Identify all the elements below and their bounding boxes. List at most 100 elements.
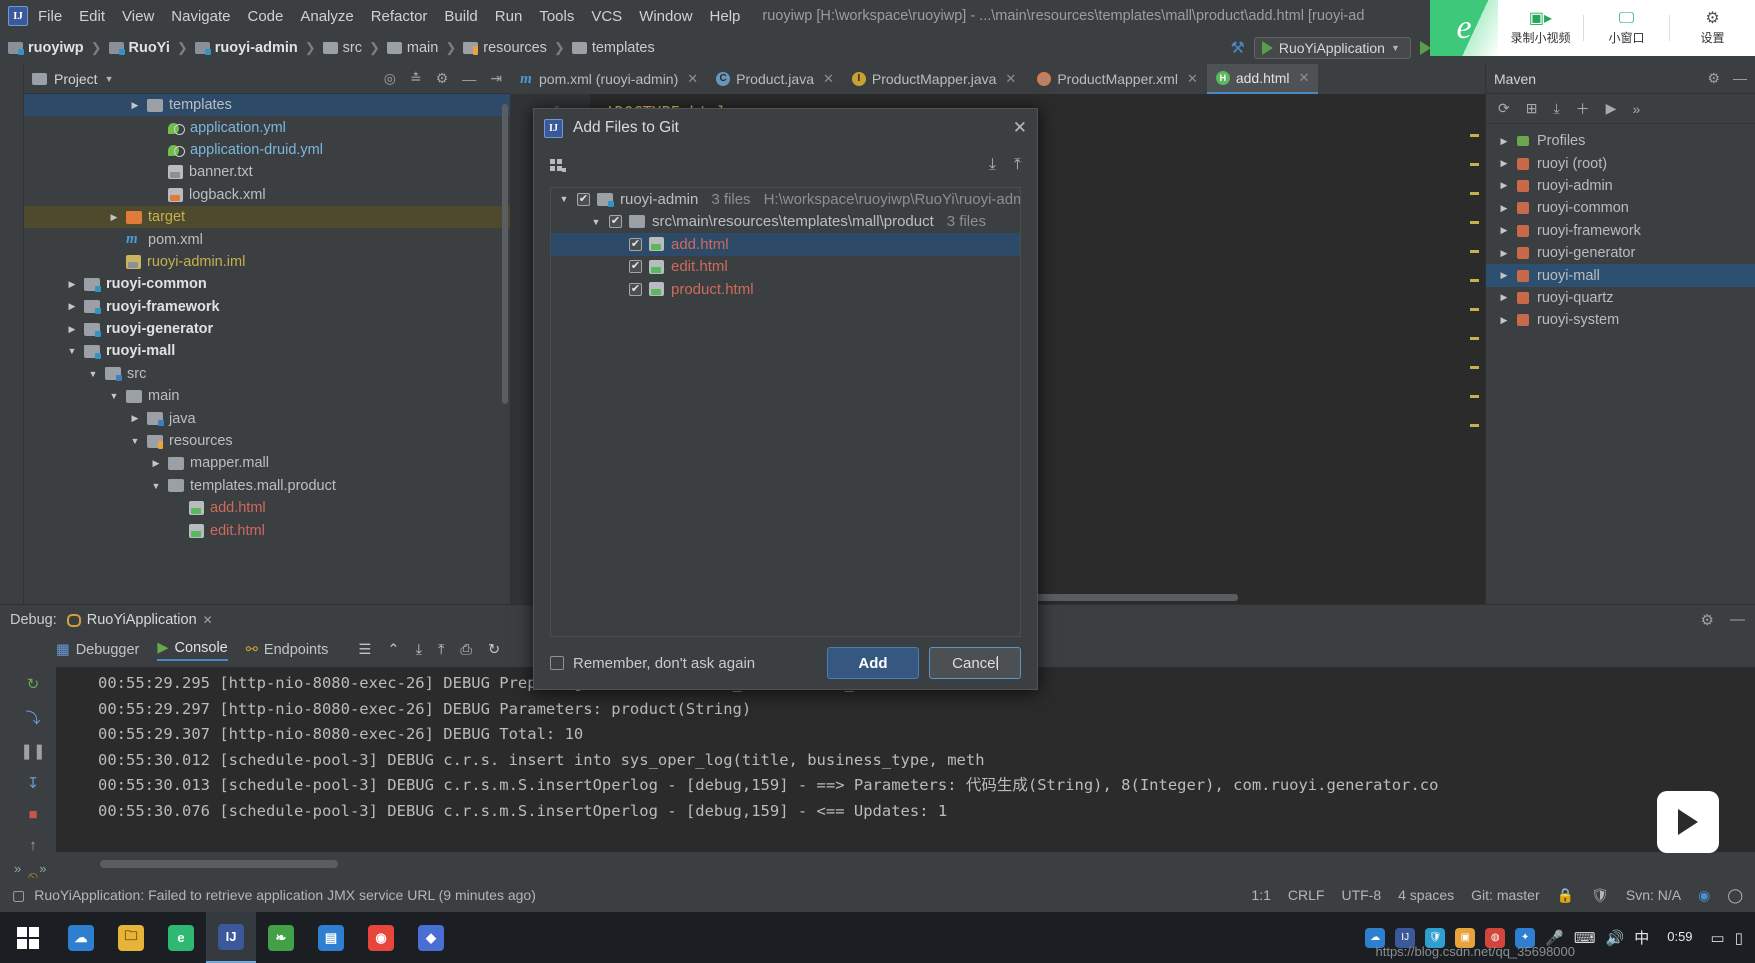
remember-checkbox-row[interactable]: Remember, don't ask again <box>550 655 755 672</box>
run-configuration-selector[interactable]: RuoYiApplication ▼ <box>1253 37 1411 59</box>
breadcrumb-ruoyiwp[interactable]: ruoyiwp <box>8 40 84 56</box>
more-icon[interactable]: » <box>1632 101 1640 117</box>
line-separator[interactable]: CRLF <box>1288 887 1325 903</box>
taskbar-app-folder[interactable]: 🗀 <box>106 912 156 963</box>
refresh-icon[interactable]: ⟳ <box>1498 100 1510 117</box>
caret-position[interactable]: 1:1 <box>1251 887 1270 903</box>
file-checkbox[interactable]: ✔ <box>629 237 642 251</box>
collapse-all-icon[interactable]: ⤒ <box>1014 156 1021 174</box>
floating-play-button[interactable] <box>1657 791 1719 853</box>
maven-tree-item[interactable]: ▶ ruoyi-framework <box>1486 220 1755 242</box>
import-icon[interactable]: ⤒ <box>438 642 444 658</box>
expand-arrow-icon[interactable]: ▶ <box>1498 270 1510 281</box>
step-out-icon[interactable]: ↑ <box>29 837 37 854</box>
dialog-tree-item[interactable]: ▶ ✔ add.html <box>551 233 1020 256</box>
project-tree-item[interactable]: ▶ add.html <box>24 497 510 519</box>
tab-endpoints[interactable]: ⚯ Endpoints <box>246 642 329 658</box>
close-icon[interactable]: ✕ <box>687 71 698 87</box>
minimize-icon[interactable]: — <box>462 71 476 87</box>
maven-tree-item[interactable]: ▶ ruoyi-system <box>1486 309 1755 331</box>
project-tree-item[interactable]: ▶ ruoyi-generator <box>24 318 510 340</box>
expand-all-icon[interactable]: » <box>39 861 46 876</box>
stop-icon[interactable]: ■ <box>28 806 37 823</box>
dialog-tree-item[interactable]: ▶ ✔ product.html <box>551 278 1020 301</box>
debug-configuration[interactable]: RuoYiApplication ✕ <box>66 612 213 628</box>
taskbar-app-teams[interactable]: ◆ <box>406 912 456 963</box>
menu-item-window[interactable]: Window <box>639 8 692 25</box>
menu-item-edit[interactable]: Edit <box>79 8 105 25</box>
breadcrumb-templates[interactable]: templates <box>571 40 655 56</box>
editor-tab-productmapper-java[interactable]: I ProductMapper.java ✕ <box>843 64 1025 94</box>
maven-tree-item[interactable]: ▶ Profiles <box>1486 130 1755 152</box>
maven-tree-item[interactable]: ▶ ruoyi-generator <box>1486 242 1755 264</box>
project-tree-item[interactable]: ▶ templates <box>24 94 510 117</box>
chevron-down-icon[interactable]: ▼ <box>105 74 114 84</box>
maven-tree-item[interactable]: ▶ ruoyi-quartz <box>1486 287 1755 309</box>
editor-tab-bar[interactable]: m pom.xml (ruoyi-admin) ✕ C Product.java ✕ I Pr… <box>510 64 1485 94</box>
expand-arrow-icon[interactable]: ▶ <box>108 212 120 223</box>
file-checkbox[interactable]: ✔ <box>577 192 590 206</box>
lock-icon[interactable]: 🔒 <box>1557 887 1574 904</box>
project-tree-item[interactable]: ▶ java <box>24 407 510 429</box>
record-video-button[interactable]: ▣▸ 录制小视频 <box>1498 10 1583 46</box>
collapse-arrow-icon[interactable]: ▼ <box>590 217 602 227</box>
project-tree-item[interactable]: ▶ mapper.mall <box>24 452 510 474</box>
collapse-arrow-icon[interactable]: ▼ <box>108 391 120 401</box>
breadcrumb-ruoyi[interactable]: RuoYi <box>108 40 170 56</box>
file-checkbox[interactable]: ✔ <box>629 282 642 296</box>
project-tree-item[interactable]: ▶ ruoyi-admin.iml <box>24 251 510 273</box>
close-icon[interactable]: ✕ <box>1005 71 1016 87</box>
collapse-arrow-icon[interactable]: ▼ <box>150 481 162 491</box>
project-tree-item[interactable]: ▶ ruoyi-common <box>24 273 510 295</box>
console-horizontal-scrollbar[interactable] <box>100 860 338 868</box>
dialog-tree-item[interactable]: ▶ ✔ edit.html <box>551 256 1020 279</box>
collapse-arrow-icon[interactable]: ▼ <box>129 436 141 446</box>
hide-icon[interactable]: — <box>1733 70 1747 87</box>
project-tree-item[interactable]: ▶ application-druid.yml <box>24 139 510 161</box>
git-branch[interactable]: Git: master <box>1471 887 1539 903</box>
inspection-icon[interactable]: 🛡 <box>1591 887 1609 904</box>
maven-tree-item[interactable]: ▶ ruoyi-mall <box>1486 264 1755 287</box>
project-tree-item[interactable]: ▶ edit.html <box>24 519 510 541</box>
menu-bar[interactable]: File Edit View Navigate Code Analyze Ref… <box>38 8 740 25</box>
screen-recorder-widget[interactable]: e ▣▸ 录制小视频 🖵 小窗口 ⚙ 设置 <box>1430 0 1755 56</box>
taskbar-app-chrome[interactable]: ◉ <box>356 912 406 963</box>
project-tree-item[interactable]: ▶ ruoyi-framework <box>24 296 510 318</box>
project-tree-item[interactable]: ▶ banner.txt <box>24 161 510 183</box>
taskbar-app-intellij[interactable]: IJ <box>206 912 256 963</box>
collapse-arrow-icon[interactable]: ▼ <box>558 194 570 204</box>
expand-arrow-icon[interactable]: ▶ <box>129 413 141 424</box>
collapse-all-icon[interactable]: ≛ <box>410 70 422 87</box>
dialog-tree-item[interactable]: ▼ ✔ src\main\resources\templates\mall\prod… <box>551 211 1020 234</box>
expand-arrow-icon[interactable]: ▶ <box>150 458 162 469</box>
expand-all-icon[interactable]: ⤓ <box>989 156 996 174</box>
keyboard-icon[interactable]: ⌨ <box>1574 929 1596 947</box>
menu-item-navigate[interactable]: Navigate <box>171 8 230 25</box>
layout-icon[interactable]: ☰ <box>358 642 371 658</box>
project-tree-item[interactable]: ▼ resources <box>24 430 510 452</box>
mini-window-button[interactable]: 🖵 小窗口 <box>1584 10 1669 46</box>
file-encoding[interactable]: UTF-8 <box>1341 887 1381 903</box>
tab-debugger[interactable]: ▦ Debugger <box>56 642 139 658</box>
search-icon[interactable]: ◯ <box>1727 887 1743 904</box>
breadcrumb-resources[interactable]: resources <box>463 40 547 56</box>
expand-arrow-icon[interactable]: ▶ <box>66 301 78 312</box>
close-icon[interactable]: ✕ <box>1299 70 1310 86</box>
editor-tab-product-java[interactable]: C Product.java ✕ <box>707 64 843 94</box>
close-icon[interactable]: ✕ <box>1187 71 1198 87</box>
maven-tree-item[interactable]: ▶ ruoyi (root) <box>1486 152 1755 174</box>
menu-item-file[interactable]: File <box>38 8 62 25</box>
indent-setting[interactable]: 4 spaces <box>1398 887 1454 903</box>
project-tree-item[interactable]: ▶ m pom.xml <box>24 228 510 250</box>
taskbar-app-edge[interactable]: e <box>156 912 206 963</box>
taskbar-clock[interactable]: 0:59 <box>1659 929 1700 945</box>
maven-tree-item[interactable]: ▶ ruoyi-common <box>1486 197 1755 219</box>
project-scrollbar[interactable] <box>502 104 508 404</box>
collapse-arrow-icon[interactable]: ▼ <box>87 369 99 379</box>
expand-arrow-icon[interactable]: ▶ <box>66 279 78 290</box>
volume-icon[interactable]: 🔊 <box>1606 929 1625 947</box>
minimize-icon[interactable]: — <box>1730 611 1745 629</box>
editor-tab-pom-xml[interactable]: m pom.xml (ruoyi-admin) ✕ <box>510 64 707 94</box>
expand-arrow-icon[interactable]: ▶ <box>1498 203 1510 214</box>
close-icon[interactable]: ✕ <box>823 71 834 87</box>
